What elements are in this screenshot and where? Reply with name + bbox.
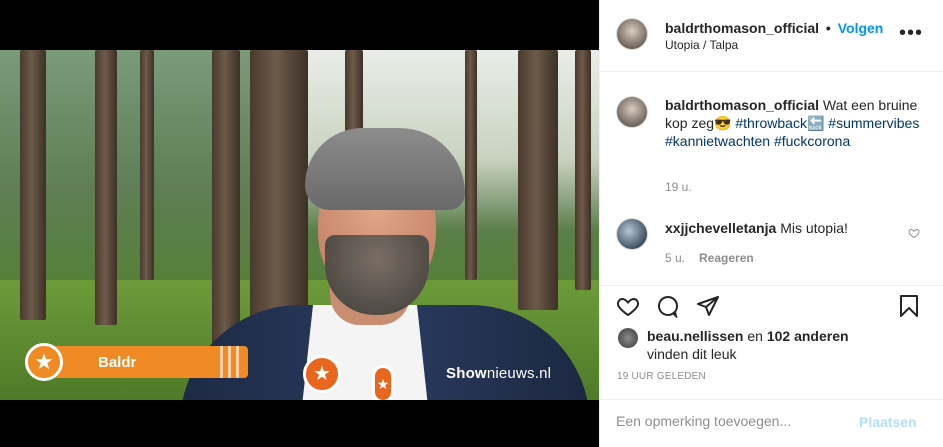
author-avatar[interactable] <box>616 18 648 50</box>
likes-suffix: vinden dit leuk <box>647 346 737 362</box>
separator-dot: • <box>825 20 831 36</box>
caption-timestamp[interactable]: 19 u. <box>665 180 692 194</box>
tree-trunk <box>212 50 240 350</box>
tree-trunk <box>140 50 154 280</box>
likes-summary[interactable]: beau.nellissen en 102 anderen <box>647 328 849 344</box>
post-caption: baldrthomason_official Wat een bruine ko… <box>665 96 925 150</box>
divider <box>599 285 943 286</box>
back-emoji: 🔙 <box>806 115 825 131</box>
tree-trunk <box>575 50 591 290</box>
tree-trunk <box>20 50 46 320</box>
author-line: baldrthomason_official • Volgen <box>665 20 883 36</box>
lower-third: ★ Baldr <box>20 343 248 381</box>
more-options-icon[interactable]: ••• <box>899 22 923 45</box>
comment-timestamp[interactable]: 5 u. <box>665 251 685 265</box>
add-comment-input[interactable] <box>616 413 846 429</box>
like-heart-icon[interactable] <box>616 294 640 318</box>
share-paper-plane-icon[interactable] <box>696 294 720 318</box>
author-username[interactable]: baldrthomason_official <box>665 20 819 36</box>
hashtag-throwback[interactable]: #throwback <box>735 115 807 131</box>
lower-third-name: Baldr <box>98 354 137 371</box>
microphone-logo-icon: ★ <box>303 355 341 393</box>
comment-body: xxjjchevelletanja Mis utopia! <box>665 220 848 236</box>
post-location[interactable]: Utopia / Talpa <box>665 38 738 52</box>
lower-third-bar <box>44 346 248 378</box>
star-logo-icon: ★ <box>25 343 63 381</box>
follow-button[interactable]: Volgen <box>838 20 884 36</box>
sunglasses-emoji: 😎 <box>714 115 732 131</box>
hashtag-summervibes[interactable]: #summervibes <box>828 115 919 131</box>
hashtag-kannietwachten[interactable]: #kannietwachten <box>665 133 770 149</box>
tree-trunk <box>518 50 558 310</box>
post-timestamp[interactable]: 19 UUR GELEDEN <box>617 371 706 382</box>
save-bookmark-icon[interactable] <box>897 294 921 318</box>
caption-username[interactable]: baldrthomason_official <box>665 97 819 113</box>
comment-bubble-icon[interactable] <box>656 294 680 320</box>
watermark-bold: Show <box>446 365 487 382</box>
comment-username[interactable]: xxjjchevelletanja <box>665 220 776 236</box>
microphone-logo-icon: ★ <box>372 365 394 400</box>
divider <box>599 399 943 400</box>
post-comment-button[interactable]: Plaatsen <box>859 414 917 430</box>
comment-like-icon[interactable] <box>908 227 920 242</box>
reply-button[interactable]: Reageren <box>699 251 754 265</box>
hashtag-fuckcorona[interactable]: #fuckcorona <box>774 133 850 149</box>
channel-watermark: Shownieuws.nl <box>446 365 551 382</box>
likes-others-count[interactable]: 102 anderen <box>767 328 849 344</box>
watermark-rest: nieuws.nl <box>486 365 552 382</box>
commenter-avatar[interactable] <box>616 218 648 250</box>
post-header: baldrthomason_official • Volgen Utopia /… <box>600 0 943 72</box>
video-frame[interactable]: ★ ★ ★ Baldr Shownieuws.nl <box>0 50 599 400</box>
liker-username[interactable]: beau.nellissen <box>647 328 743 344</box>
post-media[interactable]: ★ ★ ★ Baldr Shownieuws.nl <box>0 0 599 447</box>
comment-text: Mis utopia! <box>780 220 848 236</box>
lower-third-stripe <box>220 346 223 378</box>
caption-author-avatar[interactable] <box>616 96 648 128</box>
lower-third-stripe <box>236 346 239 378</box>
tree-trunk <box>95 50 117 325</box>
lower-third-stripe <box>228 346 231 378</box>
liker-avatar[interactable] <box>618 328 638 348</box>
tree-trunk <box>465 50 477 280</box>
likes-and: en <box>747 328 763 344</box>
